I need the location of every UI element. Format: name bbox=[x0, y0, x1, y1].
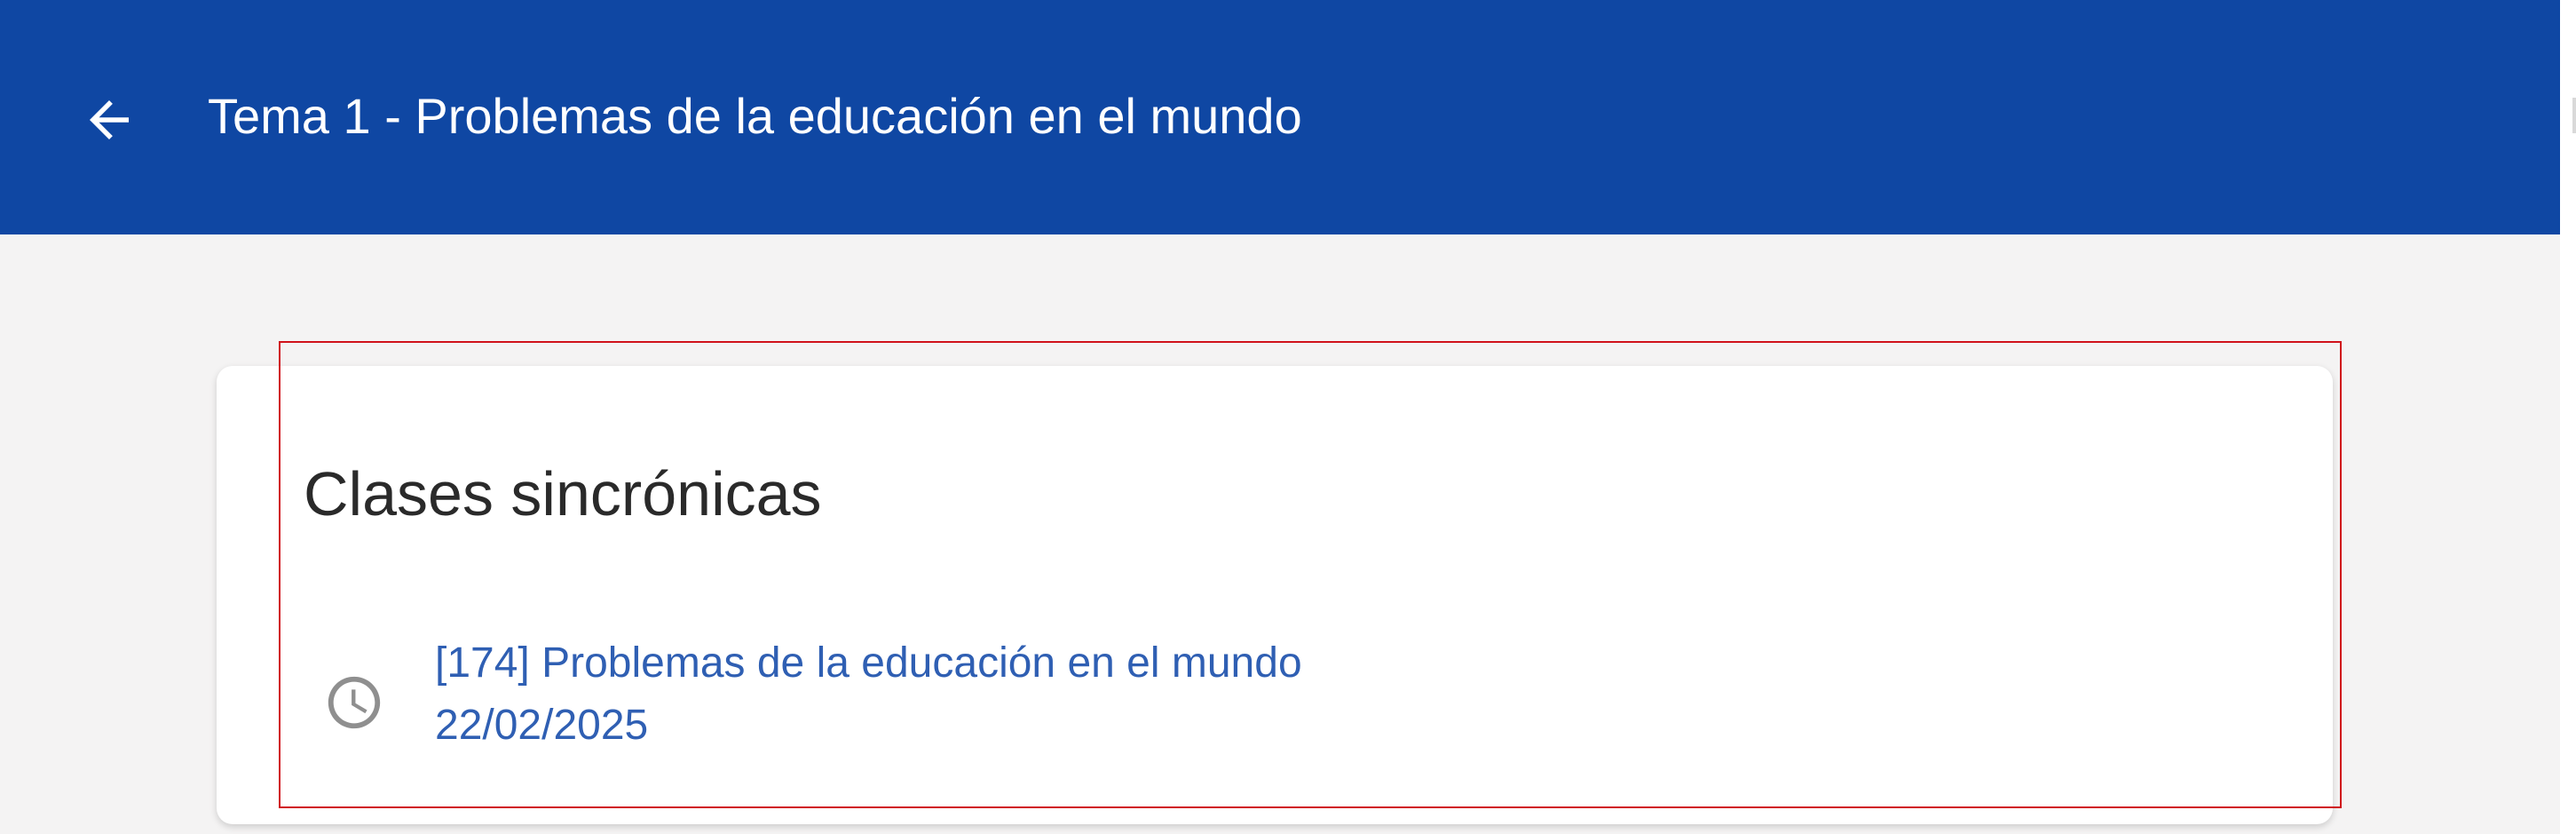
synchronous-classes-card: Clases sincrónicas [174] Problemas de la… bbox=[217, 366, 2333, 824]
back-button[interactable] bbox=[69, 80, 149, 160]
session-link[interactable]: [174] Problemas de la educación en el mu… bbox=[435, 632, 1302, 757]
section-title: Clases sincrónicas bbox=[304, 459, 822, 528]
session-title[interactable]: [174] Problemas de la educación en el mu… bbox=[435, 632, 1302, 695]
scrollbar[interactable] bbox=[2560, 0, 2576, 834]
app-bar: Tema 1 - Problemas de la educación en el… bbox=[0, 0, 2560, 234]
arrow-left-icon bbox=[90, 100, 129, 139]
clock-icon bbox=[328, 676, 381, 729]
scrollbar-thumb[interactable] bbox=[2572, 98, 2576, 133]
session-item[interactable]: [174] Problemas de la educación en el mu… bbox=[323, 632, 1655, 774]
session-date: 22/02/2025 bbox=[435, 702, 649, 749]
page-title: Tema 1 - Problemas de la educación en el… bbox=[208, 88, 1302, 144]
